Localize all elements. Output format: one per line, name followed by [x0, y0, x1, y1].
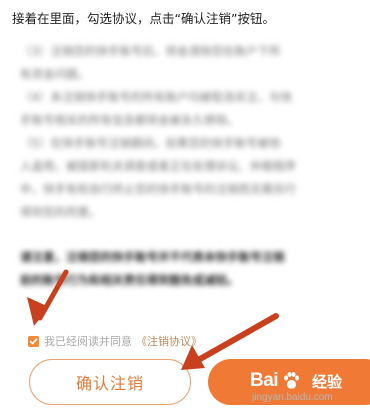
agreement-row[interactable]: 我已经阅读并同意 《注销协议》 — [28, 333, 202, 349]
agreement-line: （4）未注销快手账号的所有账户均被取消关注，与快 — [20, 90, 292, 104]
blurred-agreement-text: （3）注销您的快手账号后，将会清除您在账户下所 有资金问题。 （4）未注销快手账… — [20, 40, 360, 288]
checkmark-icon — [29, 337, 38, 344]
notice-line: 请注意，注销您的快手账号并不代表本快手账号注销 — [20, 250, 285, 264]
agreement-line: 中，快手有权自行终止您的快手账号的注销而无需另行 — [20, 182, 296, 196]
agreement-line: 人盗用，被国家机关调查或者正在处理诉讼、仲裁程序 — [20, 159, 296, 173]
agreement-link[interactable]: 《注销协议》 — [136, 333, 202, 349]
secondary-action-button[interactable] — [208, 359, 370, 405]
confirm-cancel-account-button[interactable]: 确认注销 — [29, 359, 191, 405]
agreement-line: （5）在快手账号注销期间，如果您的快手账号被他 — [20, 136, 281, 150]
agreement-line: 得到您的同意。 — [20, 205, 101, 219]
agreement-line: （3）注销您的快手账号后，将会清除您在账户下所 — [20, 44, 281, 58]
instruction-text: 接着在里面，勾选协议，点击“确认注销”按钮。 — [12, 11, 275, 26]
agreement-line: 有资金问题。 — [20, 67, 89, 81]
agreement-checkbox[interactable] — [28, 335, 39, 347]
notice-line: 前的账号行为和相关责任得到豁免或减轻。 — [20, 273, 239, 287]
agreement-line: 手账号相关的所有信息都将会被永久移除。 — [20, 113, 239, 127]
agreement-label: 我已经阅读并同意 — [44, 335, 132, 348]
